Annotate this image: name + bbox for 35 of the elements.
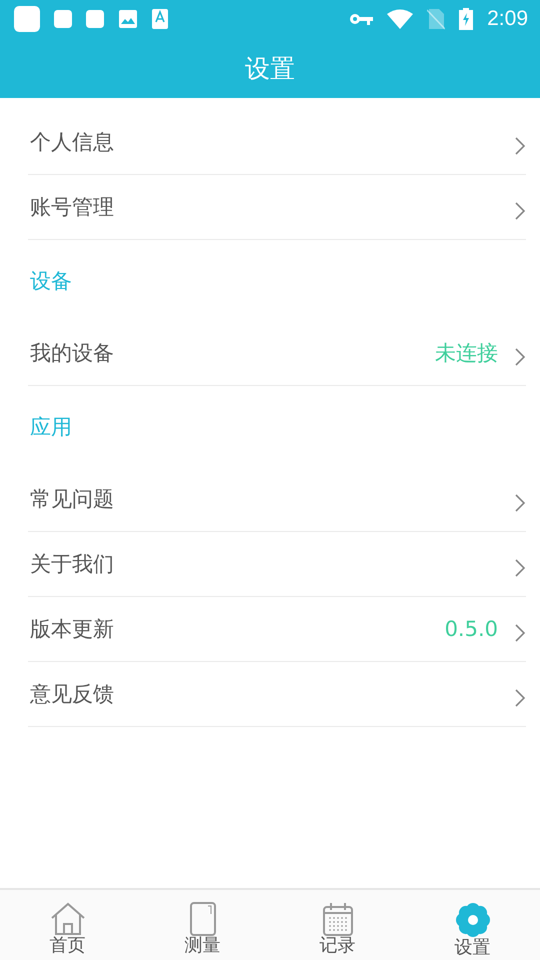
settings-row[interactable]: 常见问题 [28,467,526,532]
home-icon [50,902,86,936]
page-title: 设置 [245,52,295,84]
wifi-icon [387,9,414,29]
notification-icon [14,6,40,32]
key-icon [349,12,374,26]
chevron-icon [514,688,526,708]
settings-icon [454,902,490,938]
status-time: 2:09 [487,7,528,31]
chevron-icon [514,347,526,367]
chevron-icon [514,558,526,578]
settings-row[interactable]: 关于我们 [28,532,526,597]
chevron-icon [514,623,526,643]
nav-tab[interactable]: 设置 [405,902,540,960]
nav-tab[interactable]: 测量 [135,902,270,960]
settings-row[interactable]: 账号管理 [28,175,526,240]
no-sim-icon [427,8,446,30]
nav-tab[interactable]: 首页 [0,902,135,960]
section-heading: 设备 [30,268,72,294]
chevron-icon [514,201,526,221]
settings-row[interactable]: 版本更新 0.5.0 [28,597,526,662]
calendar-icon [322,902,352,936]
chevron-icon [514,136,526,156]
settings-row[interactable]: 个人信息 [28,110,526,175]
settings-row[interactable]: 意见反馈 [28,662,526,727]
section-heading: 应用 [30,414,72,440]
text-icon [152,9,168,29]
settings-row[interactable]: 我的设备 未连接 [28,321,526,386]
image-icon [118,9,138,29]
battery-icon [459,8,474,30]
notification-icon [86,10,104,28]
tablet-icon [190,902,216,936]
chevron-icon [514,493,526,513]
nav-tab[interactable]: 记录 [270,902,405,960]
notification-icon [54,10,72,28]
